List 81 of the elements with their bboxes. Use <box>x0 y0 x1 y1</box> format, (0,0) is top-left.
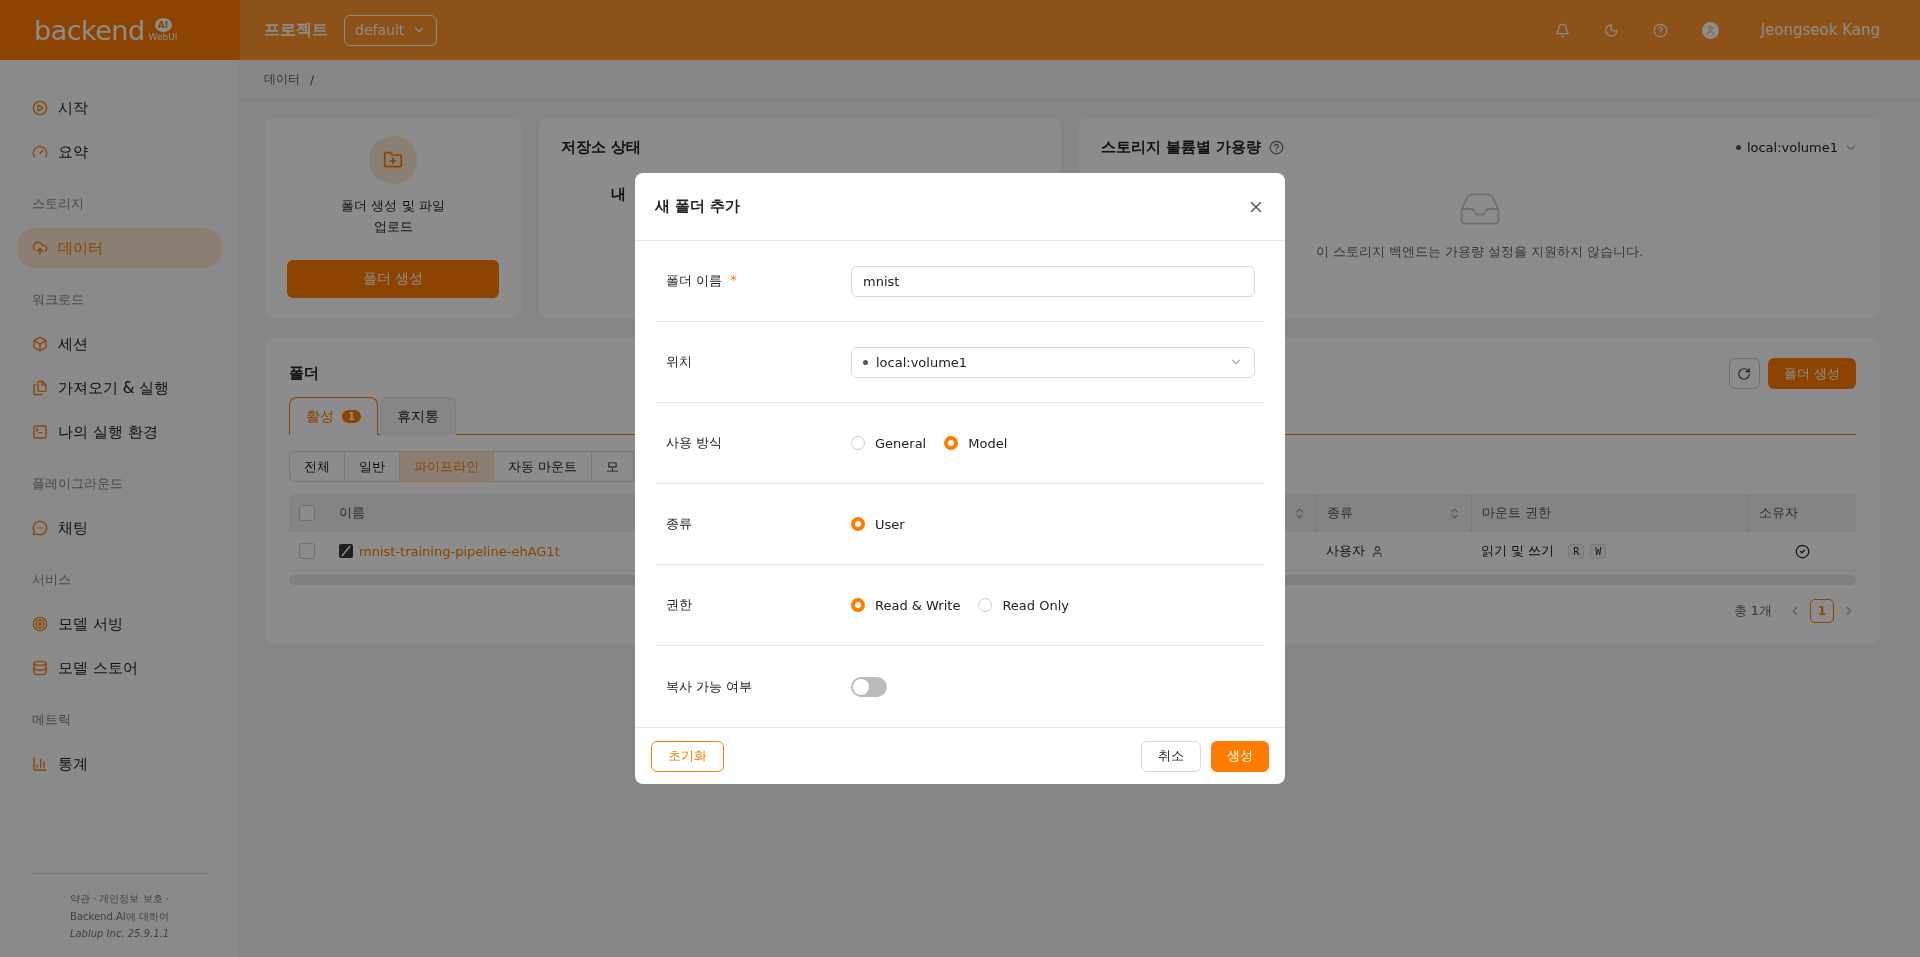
filter-tab[interactable]: 일반 <box>345 451 400 482</box>
project-label: 프로젝트 <box>264 19 328 41</box>
terminal-icon <box>32 424 48 440</box>
sidebar-item[interactable]: 시작 <box>16 88 223 128</box>
cube-icon <box>32 336 48 352</box>
checkbox[interactable] <box>299 505 315 521</box>
target-icon <box>32 616 48 632</box>
cloud-upload-icon <box>32 240 48 256</box>
filter-tab[interactable]: 전체 <box>289 451 345 482</box>
radio-option[interactable]: General <box>851 435 927 451</box>
total-count: 총 1개 <box>1733 602 1772 620</box>
footer-text[interactable]: 약관 · 개인정보 보호 · <box>69 892 170 906</box>
column-header: 마운트 권한 <box>1482 504 1552 522</box>
footer-text[interactable]: Backend.AI에 대하여 <box>70 910 169 924</box>
table-cell: 읽기 및 쓰기 <box>1481 542 1555 560</box>
permission-badge: R <box>1568 543 1585 559</box>
sidebar-heading: 워크로드 <box>31 291 85 309</box>
cancel-button[interactable]: 취소 <box>1141 740 1201 772</box>
help-icon[interactable] <box>1269 140 1285 155</box>
sidebar-item[interactable]: 모델 스토어 <box>16 648 223 688</box>
sidebar-item[interactable]: 나의 실행 환경 <box>16 412 223 452</box>
sidebar-item[interactable]: 통계 <box>16 744 223 784</box>
sidebar-heading: 서비스 <box>31 571 72 589</box>
card-title: 저장소 상태 <box>561 138 643 157</box>
field-label: 사용 방식 <box>666 434 723 452</box>
sort-icon[interactable] <box>1448 506 1461 520</box>
footer-text: Lablup Inc. 25.9.1.1 <box>69 928 170 939</box>
sidebar-item[interactable]: 모델 서빙 <box>16 604 223 644</box>
radio-option[interactable]: Read Only <box>978 597 1069 613</box>
volume-select[interactable]: local:volume1 <box>1735 140 1858 155</box>
permission-badge: W <box>1590 543 1607 559</box>
tab[interactable]: 휴지통 <box>379 397 456 435</box>
checkbox[interactable] <box>299 543 315 559</box>
card-text: 내 <box>611 185 627 204</box>
filter-tab[interactable]: 모 <box>592 451 635 482</box>
field-label: 폴더 이름 <box>666 272 723 290</box>
sidebar-heading: 플레이그라운드 <box>31 475 124 493</box>
location-select[interactable]: local:volume1 <box>851 346 1255 378</box>
sidebar-item[interactable]: 가져오기 & 실행 <box>16 368 223 408</box>
bell-icon[interactable] <box>1554 22 1570 38</box>
empty-message: 이 스토리지 백엔드는 가용량 설정을 지원하지 않습니다. <box>1315 243 1644 261</box>
sidebar-heading: 메트릭 <box>31 711 72 729</box>
toggle-switch[interactable] <box>851 676 887 697</box>
dialog-title: 새 폴더 추가 <box>655 197 741 216</box>
field-label: 종류 <box>666 515 692 533</box>
column-header: 이름 <box>339 504 365 522</box>
bar-chart-icon <box>32 756 48 772</box>
refresh-icon[interactable] <box>1737 366 1752 381</box>
folder-plus-icon <box>369 136 417 184</box>
card-title: 스토리지 볼륨별 가용량 <box>1101 138 1262 157</box>
breadcrumb-item: / <box>310 72 315 87</box>
radio-option[interactable]: Model <box>944 435 1008 451</box>
field-label: 복사 가능 여부 <box>666 677 753 696</box>
refresh-button[interactable] <box>1728 358 1760 389</box>
sidebar-item[interactable]: 요약 <box>16 132 223 172</box>
card-text: 폴더 생성 및 파일 업로드 <box>340 197 446 236</box>
database-icon <box>32 660 48 676</box>
filter-tab[interactable]: 자동 마운트 <box>494 451 593 482</box>
table-cell: 사용자 <box>1326 542 1365 560</box>
sort-icon[interactable] <box>1293 506 1306 520</box>
folder-icon <box>339 544 353 558</box>
chat-bubble-icon <box>32 520 48 536</box>
radio-option[interactable]: Read & Write <box>851 597 961 613</box>
required-mark: * <box>730 272 737 289</box>
field-label: 위치 <box>666 353 692 371</box>
folder-name-field[interactable]: mnist <box>851 265 1255 297</box>
breadcrumb-item: 데이터 <box>264 71 300 88</box>
radio-option[interactable]: User <box>851 516 905 532</box>
play-icon <box>32 100 48 116</box>
avatar-icon[interactable] <box>1701 21 1719 39</box>
column-header: 종류 <box>1327 504 1353 522</box>
files-icon <box>32 380 48 396</box>
sidebar-heading: 스토리지 <box>31 195 85 213</box>
card-title: 폴더 <box>289 364 319 383</box>
sidebar-item[interactable]: 채팅 <box>16 508 223 548</box>
column-header: 소유자 <box>1759 504 1798 522</box>
user-icon <box>1371 544 1384 558</box>
gauge-icon <box>32 144 48 160</box>
moon-icon[interactable] <box>1603 22 1619 38</box>
sidebar-item[interactable]: 세션 <box>16 324 223 364</box>
field-label: 권한 <box>666 596 692 614</box>
